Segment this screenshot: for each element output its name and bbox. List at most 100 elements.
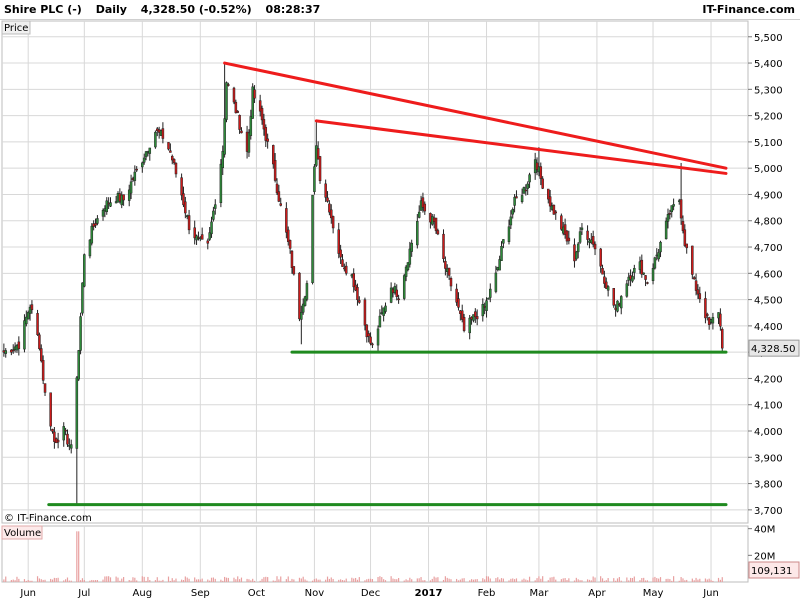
price-tick-label: 3,900 [754, 453, 783, 464]
candle-down [554, 211, 558, 214]
candle-down [17, 341, 21, 349]
candle-up [513, 196, 516, 206]
volume-bar [89, 580, 91, 582]
volume-bar [53, 577, 55, 582]
candle-down [238, 114, 241, 130]
volume-bar [184, 576, 186, 582]
candle-up [223, 118, 226, 155]
price-tick-label: 5,100 [754, 138, 783, 149]
volume-bar [222, 580, 224, 582]
volume-bar [407, 580, 409, 582]
candle-down [200, 234, 204, 240]
candle-down [640, 259, 644, 275]
volume-bar [659, 577, 662, 582]
volume-bar [658, 578, 660, 582]
volume-bar [497, 577, 499, 582]
volume-bar [143, 576, 145, 582]
volume-bar [712, 580, 714, 582]
volume-bar [345, 578, 347, 582]
candle-down [41, 360, 45, 381]
volume-bar [643, 577, 645, 582]
volume-tick-label: 40M [754, 525, 775, 536]
volume-bar [416, 578, 418, 582]
volume-bar [437, 577, 439, 582]
volume-bar [209, 580, 211, 582]
candle-up [468, 317, 471, 334]
candle-down [449, 277, 453, 287]
volume-bar [102, 579, 104, 582]
volume-bar [396, 579, 398, 582]
candle-up [616, 300, 619, 312]
volume-bar [70, 580, 72, 582]
volume-bar [379, 576, 381, 582]
volume-bar [409, 577, 411, 582]
candle-down [43, 383, 47, 393]
volume-bar [684, 580, 686, 582]
candle-up [210, 221, 213, 235]
candle-down [326, 197, 329, 202]
candle-up [75, 377, 79, 449]
volume-bar [586, 579, 589, 582]
candle-up [526, 183, 529, 189]
volume-bar [338, 579, 340, 582]
volume-bar [31, 580, 33, 582]
volume-bar [115, 576, 117, 582]
volume-bar [371, 579, 374, 582]
volume-bar [463, 578, 465, 582]
time-tick-label: Apr [588, 588, 606, 599]
candle-down [541, 178, 544, 189]
candle-down [683, 229, 687, 246]
volume-panel-tag: Volume [4, 528, 41, 539]
volume-bar [695, 577, 697, 582]
volume-bar [549, 577, 551, 582]
price-tick-label: 4,100 [754, 401, 783, 412]
candle-down [548, 196, 552, 207]
candle-down [423, 203, 427, 212]
volume-bar [384, 580, 387, 582]
volume-bar [435, 577, 437, 582]
volume-bar [542, 576, 544, 582]
volume-bar [429, 580, 432, 582]
volume-bar [633, 576, 635, 582]
volume-bar [225, 577, 228, 582]
volume-bar [134, 577, 136, 582]
volume-bar [167, 576, 170, 582]
volume-bar [79, 580, 82, 582]
volume-bar [68, 580, 70, 582]
volume-bar [55, 578, 57, 582]
volume-bar [469, 580, 471, 582]
volume-tick-label: 20M [754, 551, 775, 562]
volume-bar [267, 577, 269, 582]
volume-bar [513, 579, 516, 582]
candle-down [341, 259, 344, 267]
volume-bar [671, 580, 673, 582]
candle-down [524, 189, 528, 192]
candle-down [691, 245, 694, 275]
volume-bar [326, 576, 329, 582]
volume-bar [448, 578, 450, 582]
volume-bar [420, 577, 422, 582]
volume-bar [615, 580, 617, 582]
volume-bar [592, 576, 594, 582]
volume-bar [65, 579, 67, 582]
volume-bar [50, 578, 52, 582]
candle-down [56, 439, 60, 443]
volume-bar [317, 579, 319, 582]
volume-bar [607, 578, 609, 582]
volume-bar [502, 578, 504, 582]
volume-bar [547, 580, 549, 582]
volume-bar [457, 580, 460, 582]
candle-down [30, 304, 34, 311]
volume-bar [253, 580, 256, 582]
candle-up [657, 252, 660, 260]
price-tick-label: 3,800 [754, 480, 783, 491]
price-tick-label: 5,400 [754, 59, 783, 70]
candle-up [485, 300, 488, 311]
volume-bar [446, 577, 448, 582]
volume-bar [5, 576, 7, 582]
candle-down [122, 194, 125, 201]
candle-down [694, 280, 698, 291]
candle-up [305, 283, 309, 300]
volume-bar [265, 576, 267, 582]
volume-bar [568, 578, 570, 582]
